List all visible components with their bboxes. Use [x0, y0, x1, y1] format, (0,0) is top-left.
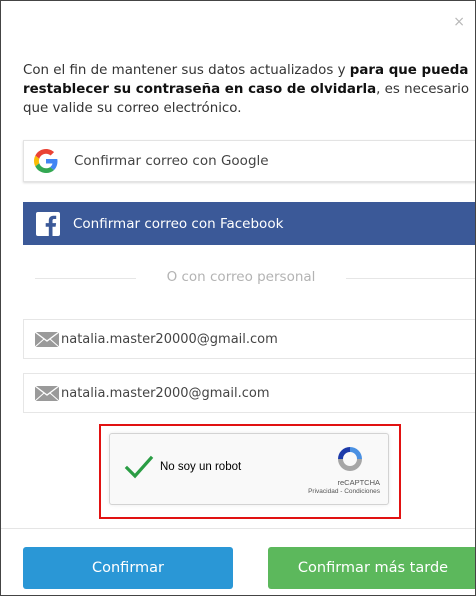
- confirm-button[interactable]: Confirmar: [23, 547, 233, 589]
- google-button-label: Confirmar correo con Google: [74, 153, 269, 169]
- confirm-email-field[interactable]: [23, 373, 475, 413]
- google-g-icon: [34, 149, 58, 173]
- intro-line1: Con el fin de mantener sus datos actuali…: [23, 63, 350, 78]
- facebook-f-icon: [36, 211, 60, 236]
- email-field[interactable]: [23, 319, 475, 359]
- confirm-with-google-button[interactable]: Confirmar correo con Google: [23, 140, 475, 182]
- close-icon[interactable]: ×: [453, 15, 465, 29]
- checkmark-icon[interactable]: [124, 454, 154, 480]
- footer-divider: [1, 528, 475, 529]
- email-input[interactable]: [61, 331, 441, 347]
- recaptcha-brand: reCAPTCHA: [337, 478, 380, 487]
- confirm-email-input[interactable]: [61, 385, 441, 401]
- separator-text: O con correo personal: [136, 269, 346, 285]
- envelope-icon: [34, 331, 60, 348]
- envelope-icon: [34, 385, 60, 402]
- captcha-label: No soy un robot: [160, 461, 242, 473]
- intro-line2: , es necesario: [376, 82, 470, 97]
- recaptcha-widget[interactable]: No soy un robot reCAPTCHA Privacidad - C…: [109, 433, 389, 505]
- facebook-button-label: Confirmar correo con Facebook: [73, 215, 284, 232]
- email-verification-dialog: × Con el fin de mantener sus datos actua…: [0, 0, 476, 596]
- intro-line2-bold: restablecer su contraseña en caso de olv…: [23, 82, 377, 97]
- intro-line1-bold: para que pueda: [349, 63, 469, 78]
- confirm-later-button[interactable]: Confirmar más tarde: [268, 547, 475, 589]
- intro-line3: que valide su correo electrónico.: [23, 101, 242, 116]
- recaptcha-terms-link[interactable]: Privacidad - Condiciones: [308, 488, 380, 495]
- recaptcha-logo-icon: [338, 447, 362, 471]
- intro-text: Con el fin de mantener sus datos actuali…: [23, 61, 475, 118]
- confirm-with-facebook-button[interactable]: Confirmar correo con Facebook: [23, 202, 475, 245]
